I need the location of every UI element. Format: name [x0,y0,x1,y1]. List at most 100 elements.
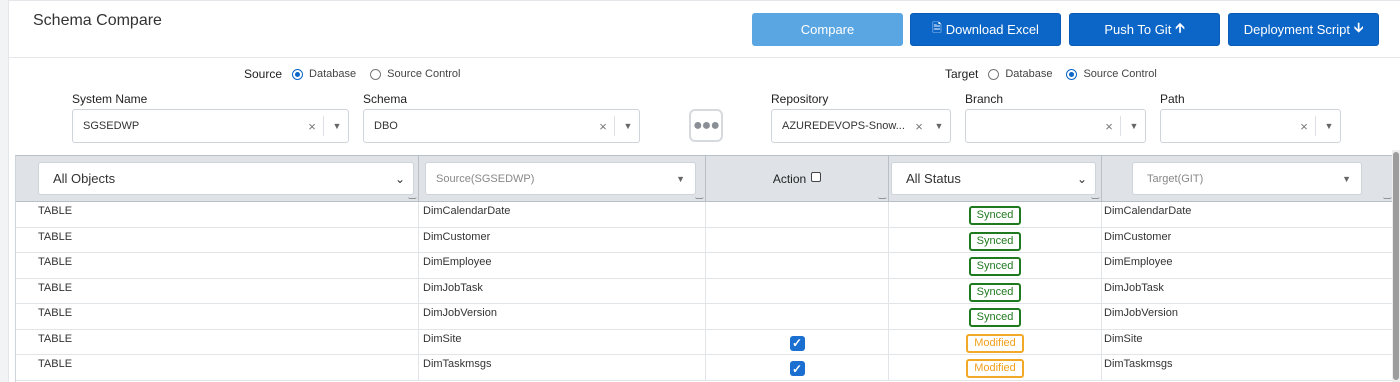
caret-down-icon[interactable]: ▼ [1318,121,1340,131]
select-separator [614,116,615,136]
table-row[interactable]: TABLE DimEmployee Synced DimEmployee [16,253,1393,279]
compare-button-label: Compare [800,22,855,37]
target-object-cell: DimTaskmsgs [1104,358,1173,370]
status-cell: Modified [889,355,1102,381]
status-badge: Synced [968,308,1022,328]
table-row[interactable]: TABLE DimJobVersion Synced DimJobVersion [16,304,1393,330]
caret-down-icon[interactable]: ▼ [326,121,348,131]
path-select[interactable]: × ▼ [1160,109,1341,143]
deployment-script-button[interactable]: Deployment Script 🡫 [1228,13,1379,46]
source-object-cell: DimTaskmsgs [419,355,706,381]
repository-select[interactable]: AZUREDEVOPS-Snow... × ▼ [771,109,951,143]
resize-handle-icon[interactable]: ‿ [409,189,416,200]
vertical-scrollbar-thumb[interactable] [1393,152,1399,380]
object-type-cell: TABLE [16,253,419,279]
caret-down-icon[interactable]: ▼ [928,121,950,131]
select-all-checkbox[interactable] [811,172,822,182]
header-objects-cell: All Objects ⌄ ‿ [16,156,419,202]
left-rail [0,0,9,382]
header-action-cell: Action ‿ [706,156,889,202]
grid-header: All Objects ⌄ ‿ Source(SGSEDWP) ▼ ‿ Acti… [16,156,1393,202]
row-checkbox[interactable]: ✓ [789,361,805,377]
clear-icon[interactable]: × [303,119,321,134]
select-separator [323,116,324,136]
row-checkbox[interactable]: ✓ [789,335,805,351]
target-filter-select[interactable]: Target(GIT) ▼ [1132,162,1362,195]
resize-handle-icon[interactable]: ‿ [696,189,703,200]
repository-value: AZUREDEVOPS-Snow... [782,120,905,132]
status-cell: Modified [889,329,1102,355]
caret-down-icon[interactable]: ▼ [1123,121,1145,131]
source-object-cell: DimSite [419,329,706,355]
system-name-select[interactable]: SGSEDWP × ▼ [72,109,349,143]
push-to-git-button[interactable]: Push To Git 🡩 [1069,13,1220,46]
status-badge: Synced [968,206,1022,226]
select-separator [1315,116,1316,136]
schema-label: Schema [363,92,408,106]
table-row[interactable]: TABLE DimJobTask Synced DimJobTask [16,278,1393,304]
source-database-radio[interactable] [292,68,304,80]
status-cell: Synced [889,253,1102,279]
table-row[interactable]: TABLE DimTaskmsgs ✓ Modified DimTaskmsgs [16,355,1393,381]
clear-icon[interactable]: × [594,119,612,134]
source-control-radio[interactable] [370,68,382,80]
system-name-value: SGSEDWP [83,120,140,132]
push-to-git-label: Push To Git [1104,22,1172,37]
source-filter-placeholder: Source(SGSEDWP) [436,172,535,185]
caret-down-icon[interactable]: ▼ [617,121,639,131]
object-type-cell: TABLE [16,202,419,228]
status-filter-select[interactable]: All Status ⌄ [891,162,1096,195]
target-database-radio[interactable] [988,68,1000,80]
source-object-cell: DimJobVersion [419,304,706,330]
target-control-label: Source Control [1083,68,1157,80]
target-object-cell: DimSite [1104,332,1143,345]
caret-down-icon: ▼ [676,173,685,184]
more-options-button[interactable]: ●●● [689,109,723,142]
object-type-cell: TABLE [16,278,419,304]
object-type-cell: TABLE [16,227,419,253]
clear-icon[interactable]: × [1100,119,1118,134]
target-object-cell: DimCalendarDate [1104,205,1192,217]
page-title: Schema Compare [33,12,162,29]
resize-handle-icon[interactable]: ‿ [879,189,886,200]
resize-handle-icon[interactable]: ‿ [1384,189,1391,200]
object-type-cell: TABLE [16,304,419,330]
branch-select[interactable]: × ▼ [965,109,1146,143]
clear-icon[interactable]: × [910,119,928,134]
action-cell [706,227,889,253]
path-label: Path [1160,92,1185,106]
chevron-down-icon: ⌄ [394,171,405,186]
compare-button[interactable]: Compare [752,13,903,46]
objects-filter-select[interactable]: All Objects ⌄ [38,162,414,195]
status-cell: Synced [889,227,1102,253]
target-radio-group: Target Database Source Control [945,67,1171,81]
action-cell: ✓ [706,329,889,355]
table-row[interactable]: TABLE DimCalendarDate Synced DimCalendarDat… [16,202,1393,228]
file-icon: 🗎 [932,21,942,35]
system-name-label: System Name [72,92,148,106]
target-label: Target [945,67,979,81]
schema-select[interactable]: DBO × ▼ [363,109,640,143]
table-row[interactable]: TABLE DimSite ✓ Modified DimSite [16,329,1393,355]
target-control-radio[interactable] [1066,68,1078,80]
source-filter-select[interactable]: Source(SGSEDWP) ▼ [425,162,696,195]
download-excel-button[interactable]: 🗎 Download Excel [910,13,1061,46]
source-object-cell: DimEmployee [419,253,706,279]
status-badge: Modified [966,359,1024,379]
table-row[interactable]: TABLE DimCustomer Synced DimCustomer [16,227,1393,253]
repository-label: Repository [771,92,829,106]
status-cell: Synced [889,304,1102,330]
target-object-cell: DimJobVersion [1104,307,1178,319]
status-badge: Modified [966,333,1024,353]
resize-handle-icon[interactable]: ‿ [1092,189,1099,200]
header-target-cell: Target(GIT) ▼ ‿ [1102,156,1393,202]
source-object-cell: DimCalendarDate [419,202,706,228]
status-cell: Synced [889,202,1102,228]
schema-value: DBO [374,120,398,132]
status-badge: Synced [968,282,1022,302]
download-excel-label: Download Excel [945,22,1039,37]
source-object-cell: DimCustomer [419,227,706,253]
checkmark-icon: ✓ [791,361,803,376]
clear-icon[interactable]: × [1295,119,1313,134]
status-filter-value: All Status [906,171,961,186]
